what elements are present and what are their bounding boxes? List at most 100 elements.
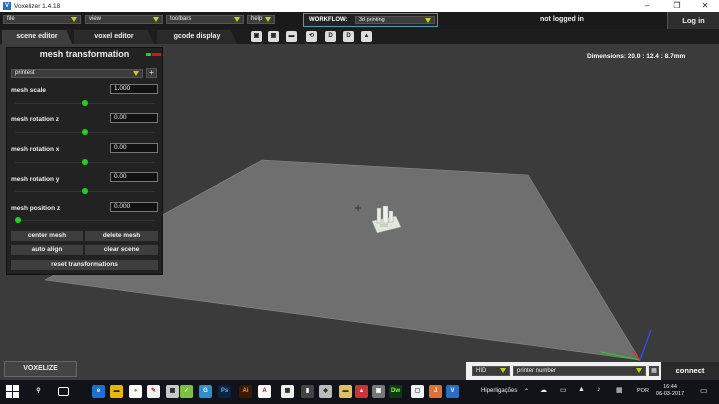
mesh-rotation-z-slider[interactable]: [82, 129, 88, 135]
tray-chevron-icon[interactable]: ⌃: [524, 388, 529, 395]
printer-dropdown[interactable]: printer number: [513, 366, 646, 376]
reset-transformations-button[interactable]: reset transformations: [11, 260, 158, 270]
mesh-scale-input[interactable]: 1.000: [110, 84, 158, 94]
auto-align-button[interactable]: auto align: [11, 245, 83, 255]
mesh-scale-slider[interactable]: [82, 100, 88, 106]
workflow-selector[interactable]: WORKFLOW: 3d printing: [303, 13, 438, 27]
taskbar-clock[interactable]: 16:44 06-03-2017: [654, 384, 686, 398]
printer-connection-bar: HID printer number ▦ connect: [466, 362, 719, 380]
chrome-icon[interactable]: ●: [129, 385, 142, 398]
folder-app-icon[interactable]: ▬: [339, 385, 352, 398]
calculator-icon[interactable]: ▦: [281, 385, 294, 398]
chevron-down-icon: [500, 368, 506, 373]
mesh-position-z-input[interactable]: 0.000: [110, 202, 158, 212]
maximize-icon[interactable]: ❐: [662, 0, 692, 12]
clock-time: 16:44: [663, 384, 677, 390]
chevron-down-icon: [265, 17, 271, 22]
workflow-dropdown[interactable]: 3d printing: [355, 16, 435, 24]
menu-view[interactable]: view: [85, 15, 163, 24]
chevron-down-icon: [636, 368, 642, 373]
tab-scene-editor[interactable]: scene editor: [2, 30, 72, 44]
volume-icon[interactable]: ♪: [597, 386, 601, 393]
network-icon[interactable]: ▲: [578, 386, 585, 393]
voxelize-button[interactable]: VOXELIZE: [4, 361, 77, 377]
login-button[interactable]: Log in: [667, 12, 719, 29]
app-blue-icon[interactable]: G: [199, 385, 212, 398]
file-explorer-icon[interactable]: ▬: [110, 385, 123, 398]
battery-icon[interactable]: ▭: [560, 386, 567, 394]
chevron-down-icon: [425, 18, 431, 23]
mesh-position-z-slider-track[interactable]: [15, 220, 155, 221]
mesh-rotation-y-slider[interactable]: [82, 188, 88, 194]
port-dropdown[interactable]: HID: [472, 366, 510, 376]
panel-title: mesh transformation: [39, 49, 130, 59]
mesh-rotation-x-slider[interactable]: [82, 159, 88, 165]
menu-help-label: help: [251, 16, 263, 22]
menu-file-label: file: [7, 16, 15, 22]
store-icon[interactable]: ▦: [166, 385, 179, 398]
chevron-down-icon: [133, 71, 139, 76]
panel-close-icon[interactable]: [152, 53, 161, 56]
triangle-mesh-icon[interactable]: ▲: [361, 31, 372, 42]
app-green-icon[interactable]: ✓: [180, 385, 193, 398]
clear-scene-button[interactable]: clear scene: [85, 245, 158, 255]
layers-d1-icon[interactable]: D: [325, 31, 336, 42]
menu-help[interactable]: help: [247, 15, 275, 24]
keyboard-icon[interactable]: ▦: [616, 386, 623, 394]
workflow-value: 3d printing: [359, 17, 385, 23]
port-value: HID: [476, 368, 487, 374]
clock-date: 06-03-2017: [655, 391, 685, 397]
mesh-rotation-y-input[interactable]: 0.00: [110, 172, 158, 182]
app-white-icon[interactable]: ▢: [411, 385, 424, 398]
grid-pattern-icon[interactable]: ▦: [268, 31, 279, 42]
view-cube-icon[interactable]: ▣: [251, 31, 262, 42]
mesh-rotation-z-input[interactable]: 0.00: [110, 113, 158, 123]
illustrator-icon[interactable]: Ai: [239, 385, 252, 398]
photoshop-icon[interactable]: Ps: [218, 385, 231, 398]
language-indicator[interactable]: POR: [637, 388, 649, 394]
mesh-transformation-panel: mesh transformation printest + mesh scal…: [6, 47, 163, 275]
notifications-icon[interactable]: ▭: [700, 386, 708, 395]
preset-dropdown[interactable]: printest: [11, 69, 143, 78]
delete-mesh-button[interactable]: delete mesh: [85, 231, 158, 241]
dreamweaver-icon[interactable]: Dw: [389, 385, 402, 398]
panel-collapse-icon[interactable]: [146, 53, 151, 56]
app-3d-icon[interactable]: ◆: [319, 385, 332, 398]
app-red-icon[interactable]: ▲: [355, 385, 368, 398]
app-grey-icon[interactable]: ▮: [301, 385, 314, 398]
workflow-label: WORKFLOW:: [309, 17, 348, 23]
mesh-position-z-slider[interactable]: [14, 217, 21, 223]
rotate-view-icon[interactable]: ⟲: [306, 31, 317, 42]
taskbar-links-label[interactable]: Hiperligações: [481, 388, 517, 394]
mesh-dimensions: Dimensions: 20.0 : 12.4 : 8.7mm: [587, 53, 686, 60]
windows-start-icon[interactable]: [6, 385, 19, 398]
menu-file[interactable]: file: [3, 15, 81, 24]
connect-button[interactable]: connect: [661, 362, 719, 380]
task-view-icon[interactable]: [58, 387, 69, 396]
center-mesh-button[interactable]: center mesh: [11, 231, 83, 241]
app-dark-icon[interactable]: ▣: [372, 385, 385, 398]
search-icon[interactable]: ⚲: [32, 385, 45, 398]
mesh-rotation-y-label: mesh rotation y: [11, 176, 60, 183]
mesh-rotation-z-label: mesh rotation z: [11, 116, 60, 123]
layers-d2-icon[interactable]: D: [343, 31, 354, 42]
java-icon[interactable]: J: [429, 385, 442, 398]
tab-voxel-editor[interactable]: voxel editor: [74, 30, 154, 44]
close-icon[interactable]: ✕: [690, 0, 719, 12]
menu-toolbars-label: toolbars: [170, 16, 192, 22]
mesh-rotation-x-label: mesh rotation x: [11, 146, 60, 153]
mesh-rotation-x-input[interactable]: 0.00: [110, 143, 158, 153]
pdf-icon[interactable]: A: [258, 385, 271, 398]
voxelizer-taskbar-icon[interactable]: V: [446, 385, 459, 398]
edge-icon[interactable]: e: [92, 385, 105, 398]
paint-icon[interactable]: ✎: [147, 385, 160, 398]
preset-value: printest: [15, 70, 35, 76]
mesh-position-z-label: mesh position z: [11, 205, 61, 212]
onedrive-icon[interactable]: ☁: [540, 386, 547, 394]
save-icon[interactable]: ▦: [649, 366, 659, 376]
folder-icon[interactable]: ▬: [286, 31, 297, 42]
menu-toolbars[interactable]: toolbars: [166, 15, 244, 24]
minimize-icon[interactable]: –: [632, 0, 662, 12]
add-preset-button[interactable]: +: [146, 68, 157, 78]
tab-gcode-display[interactable]: gcode display: [157, 30, 237, 44]
